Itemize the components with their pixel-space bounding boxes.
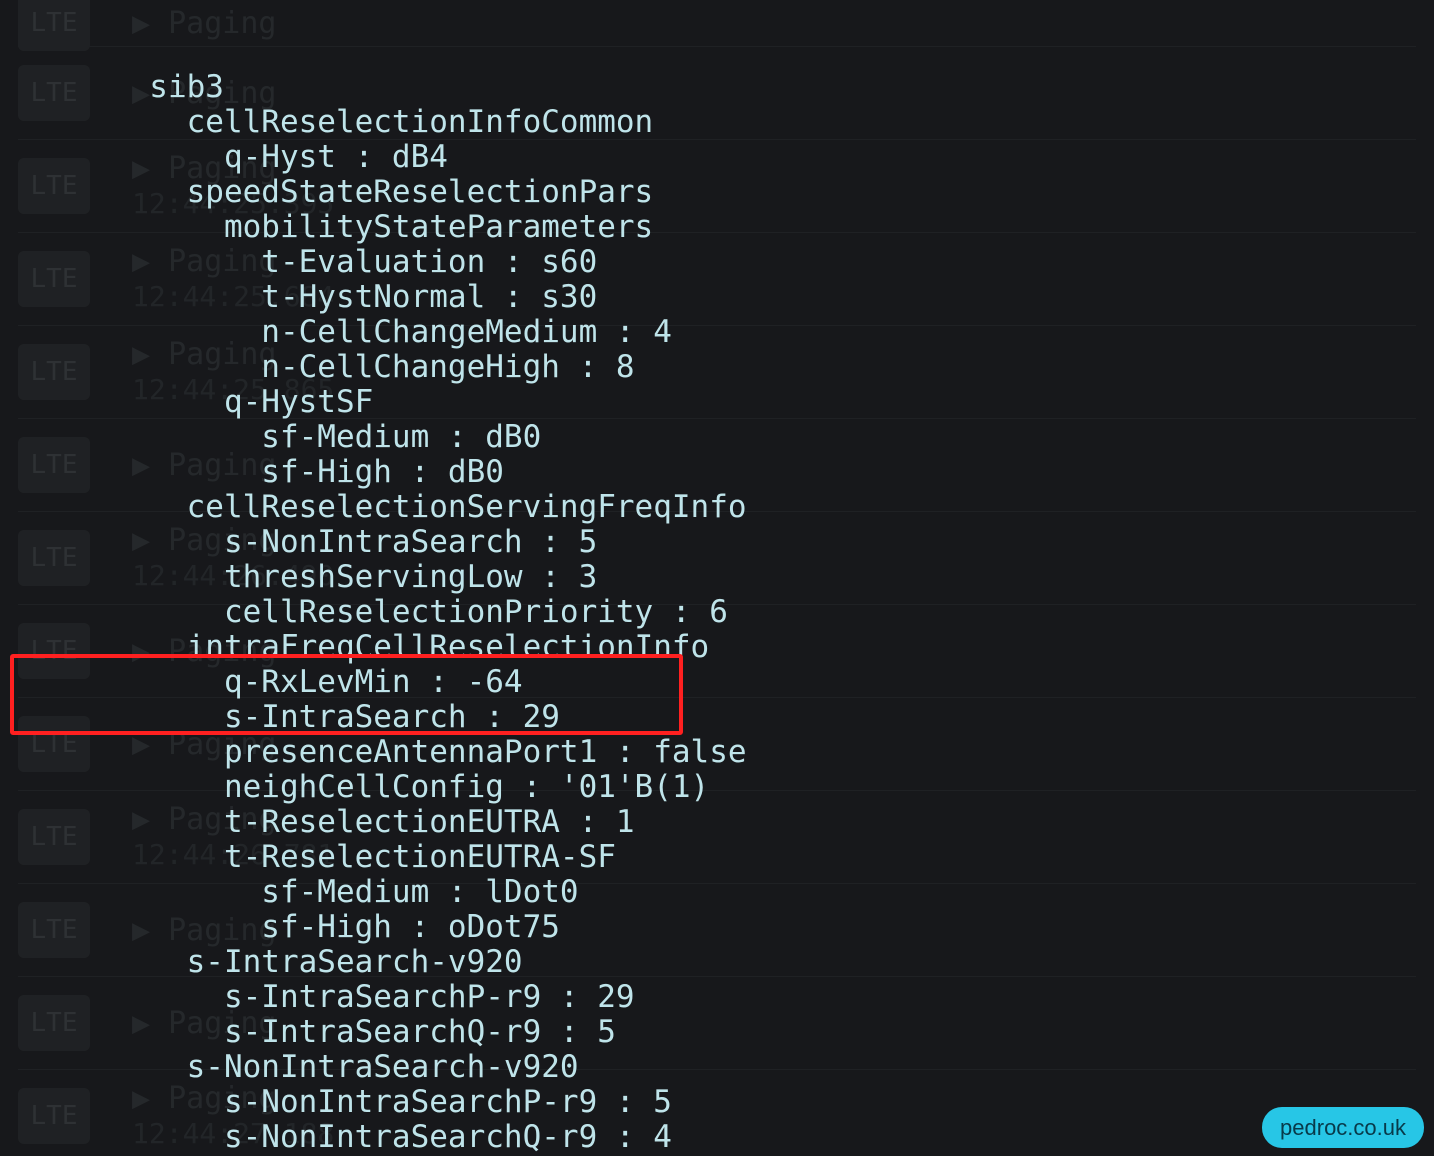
asn1-tree: sib3 cellReselectionInfoCommon q-Hyst : … — [0, 70, 1434, 1156]
watermark-badge: pedroc.co.uk — [1262, 1107, 1424, 1148]
decoded-message-overlay: sib3 cellReselectionInfoCommon q-Hyst : … — [0, 0, 1434, 1156]
